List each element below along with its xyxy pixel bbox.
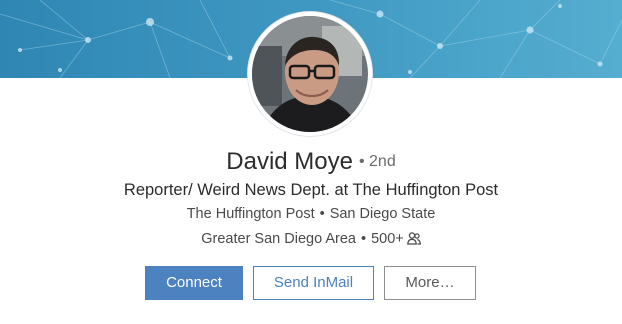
avatar[interactable] [252, 16, 368, 132]
location-connections-line: Greater San Diego Area • 500+ [0, 228, 622, 252]
separator: • [361, 231, 367, 247]
more-button[interactable]: More… [384, 266, 476, 300]
company-school-line: The Huffington Post • San Diego State [0, 203, 622, 225]
send-inmail-button[interactable]: Send InMail [253, 266, 374, 300]
separator: • [319, 206, 325, 222]
education-school[interactable]: San Diego State [330, 206, 436, 222]
location: Greater San Diego Area [201, 231, 356, 247]
current-company[interactable]: The Huffington Post [187, 206, 315, 222]
connection-count: 500+ [371, 231, 404, 247]
profile-name: David Moye [226, 148, 353, 175]
connect-button[interactable]: Connect [145, 266, 243, 300]
profile-card: David Moye • 2nd Reporter/ Weird News Dep… [0, 0, 622, 324]
profile-headline: Reporter/ Weird News Dept. at The Huffin… [123, 181, 499, 199]
connection-degree: • 2nd [358, 153, 396, 170]
people-icon [406, 230, 421, 252]
name-line: David Moye • 2nd [0, 148, 622, 176]
profile-photo-frame [248, 12, 372, 136]
